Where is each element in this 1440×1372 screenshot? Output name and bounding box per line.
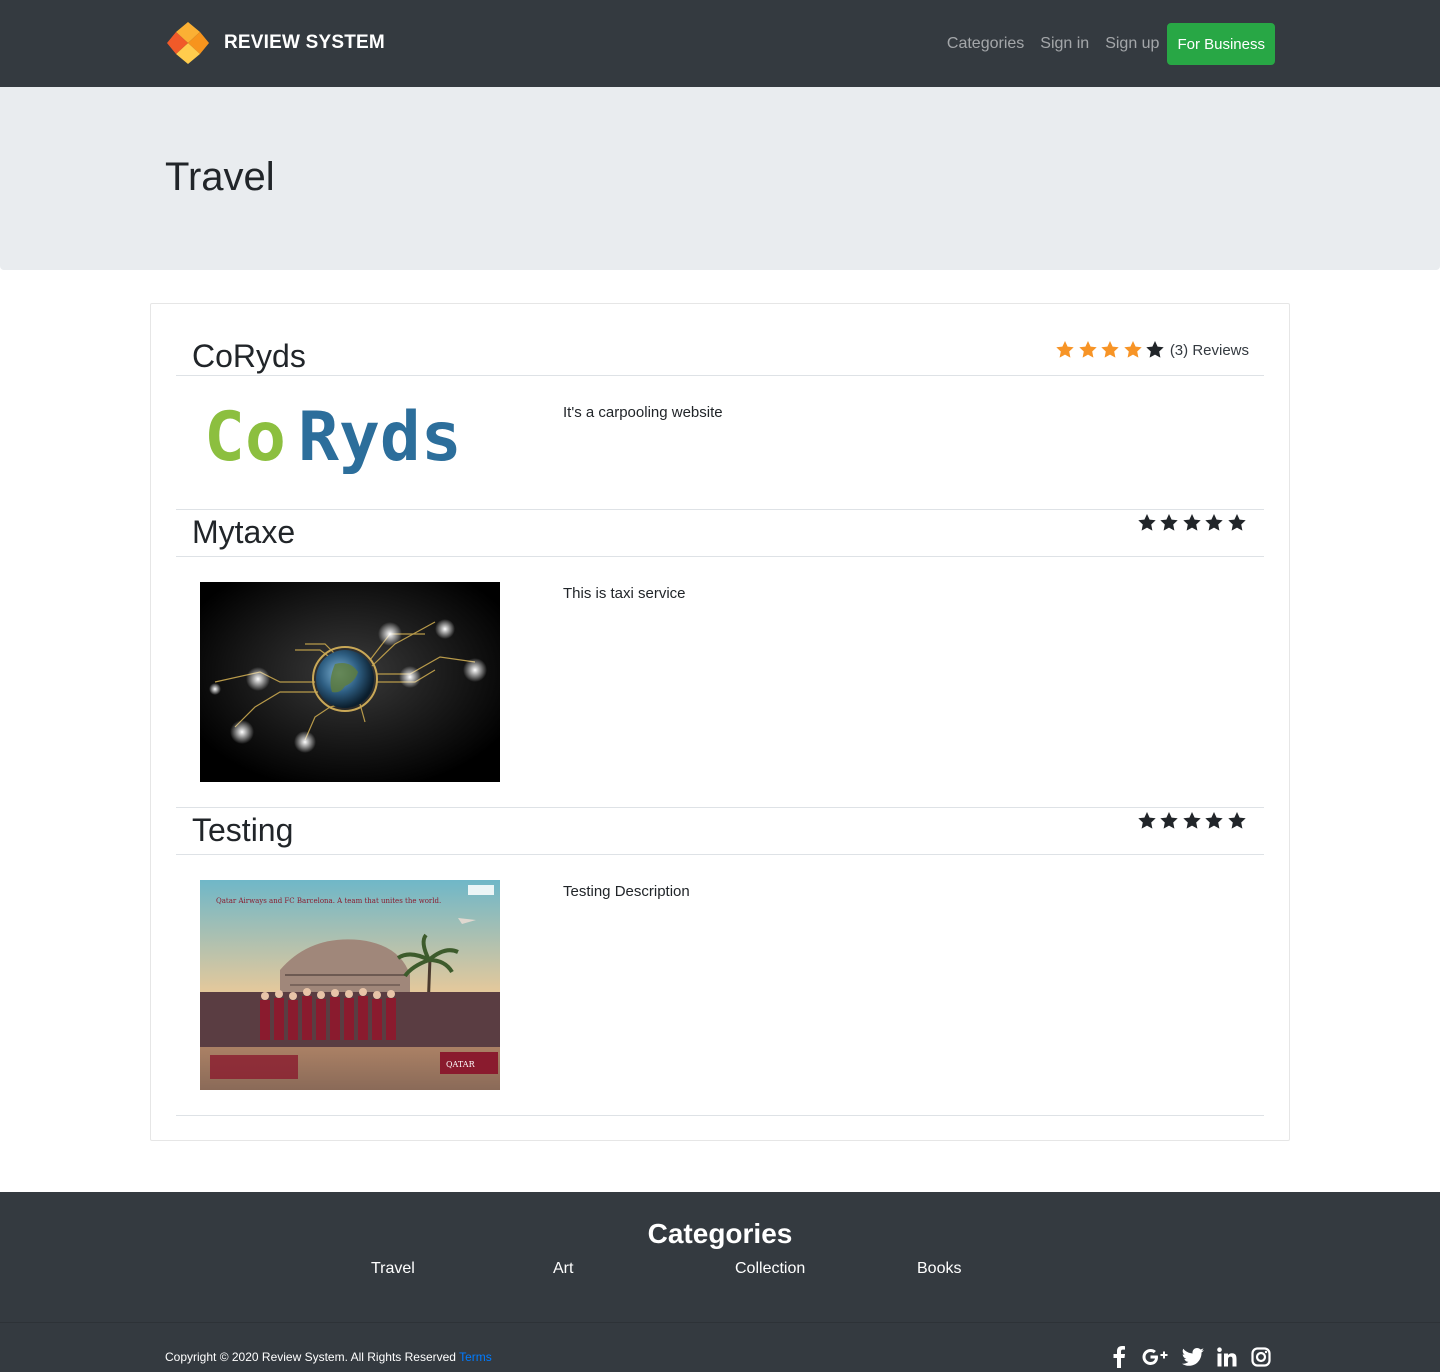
star-empty-icon[interactable] (1159, 513, 1179, 533)
star-filled-icon[interactable] (1100, 340, 1120, 360)
rating-stars[interactable] (1137, 811, 1250, 831)
reviews-count[interactable]: (3) Reviews (1170, 342, 1249, 359)
item-header: CoRyds (3) Reviews (176, 328, 1264, 376)
star-empty-icon[interactable] (1145, 340, 1165, 360)
item-description: It's a carpooling website (563, 404, 723, 421)
instagram-icon[interactable] (1250, 1346, 1272, 1368)
item-header: Mytaxe (176, 509, 1264, 557)
for-business-button[interactable]: For Business (1167, 23, 1275, 65)
item-name[interactable]: CoRyds (192, 340, 306, 372)
item-name[interactable]: Mytaxe (192, 516, 295, 548)
star-empty-icon[interactable] (1137, 513, 1157, 533)
nav-links: Categories Sign in Sign up For Business (947, 23, 1275, 65)
footer-category-travel[interactable]: Travel (371, 1260, 415, 1278)
item-header: Testing (176, 807, 1264, 855)
footer-category-collection[interactable]: Collection (735, 1260, 805, 1278)
brand[interactable]: REVIEW SYSTEM (165, 20, 385, 66)
listing-card: CoRyds (3) Reviews Co Ryds It's a carpoo… (150, 303, 1290, 1141)
linkedin-icon[interactable] (1216, 1346, 1238, 1368)
star-filled-icon[interactable] (1055, 340, 1075, 360)
star-empty-icon[interactable] (1204, 513, 1224, 533)
item-body: This is taxi service (176, 557, 1264, 807)
social-links (1096, 1346, 1272, 1368)
footer-category-books[interactable]: Books (917, 1260, 961, 1278)
facebook-icon[interactable] (1108, 1346, 1130, 1368)
brand-logo-icon (167, 22, 209, 64)
brand-name: REVIEW SYSTEM (224, 32, 385, 53)
nav-sign-up-link[interactable]: Sign up (1105, 35, 1159, 53)
list-item: Mytaxe This is taxi service (176, 509, 1264, 807)
item-divider (176, 1115, 1264, 1116)
nav-categories-link[interactable]: Categories (947, 35, 1024, 53)
image-brand: QATAR (446, 1060, 476, 1069)
globe-network-image (200, 582, 500, 782)
item-body: Co Ryds It's a carpooling website (176, 376, 1264, 509)
star-empty-icon[interactable] (1227, 513, 1247, 533)
logo-part-ryds: Ryds (298, 398, 462, 477)
footer-category-art[interactable]: Art (553, 1260, 573, 1278)
list-item: CoRyds (3) Reviews Co Ryds It's a carpoo… (176, 328, 1264, 509)
item-image[interactable] (200, 582, 500, 782)
nav-sign-in-link[interactable]: Sign in (1040, 35, 1089, 53)
star-empty-icon[interactable] (1137, 811, 1157, 831)
navbar: REVIEW SYSTEM Categories Sign in Sign up… (0, 0, 1440, 87)
footer-title: Categories (647, 1218, 793, 1249)
google-plus-icon[interactable] (1142, 1346, 1170, 1368)
item-description: This is taxi service (563, 585, 686, 602)
copyright: Copyright © 2020 Review System. All Righ… (165, 1350, 492, 1364)
qatar-barcelona-image: Qatar Airways and FC Barcelona. A team t… (200, 880, 500, 1090)
item-name[interactable]: Testing (192, 814, 293, 846)
twitter-icon[interactable] (1182, 1346, 1204, 1368)
rating-stars[interactable]: (3) Reviews (1055, 340, 1249, 360)
footer: Categories Travel Art Collection Books C… (0, 1192, 1440, 1372)
star-empty-icon[interactable] (1182, 513, 1202, 533)
jumbotron: Travel (0, 87, 1440, 270)
item-description: Testing Description (563, 883, 690, 900)
item-body: Qatar Airways and FC Barcelona. A team t… (176, 855, 1264, 1115)
star-filled-icon[interactable] (1078, 340, 1098, 360)
page-title: Travel (165, 155, 275, 199)
list-item: Testing Qatar Airways and FC Barcelona. … (176, 807, 1264, 1116)
rating-stars[interactable] (1137, 513, 1250, 533)
footer-divider (0, 1322, 1440, 1323)
star-empty-icon[interactable] (1204, 811, 1224, 831)
item-logo[interactable]: Co Ryds (200, 392, 500, 492)
terms-link[interactable]: Terms (459, 1350, 492, 1364)
star-empty-icon[interactable] (1182, 811, 1202, 831)
copyright-text: Copyright © 2020 Review System. All Righ… (165, 1350, 456, 1364)
logo-part-co: Co (204, 398, 286, 477)
star-filled-icon[interactable] (1123, 340, 1143, 360)
image-caption: Qatar Airways and FC Barcelona. A team t… (216, 897, 441, 905)
coryds-logo-image: Co Ryds (204, 398, 462, 477)
footer-categories: Travel Art Collection Books (0, 1260, 1440, 1282)
star-empty-icon[interactable] (1227, 811, 1247, 831)
item-image[interactable]: Qatar Airways and FC Barcelona. A team t… (200, 880, 500, 1090)
star-empty-icon[interactable] (1159, 811, 1179, 831)
